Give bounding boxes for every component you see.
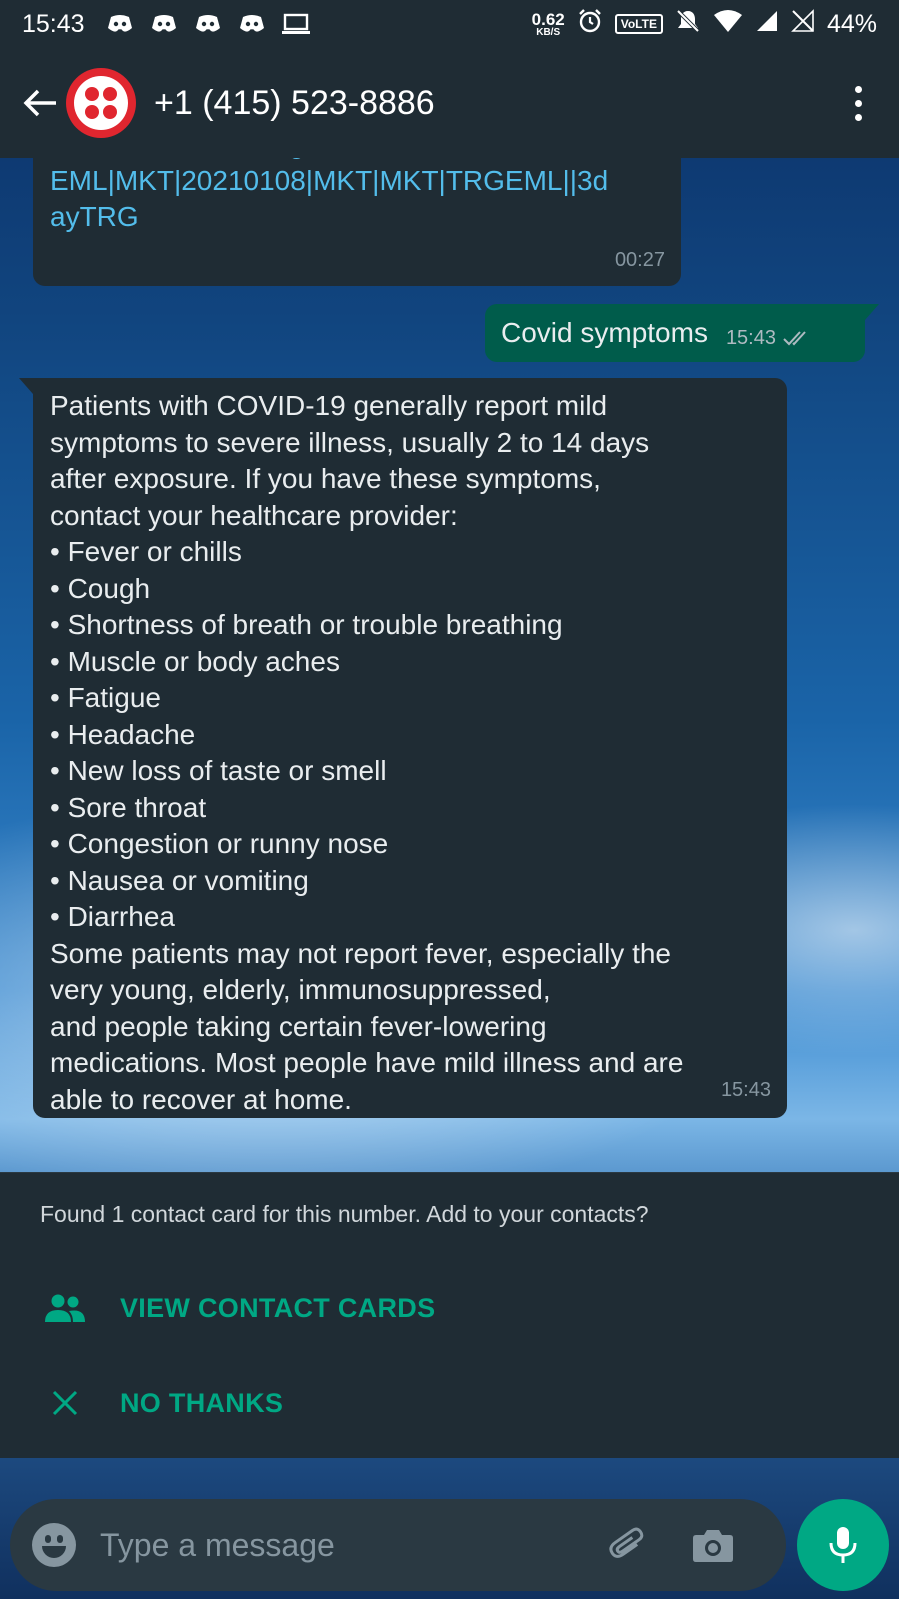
twilio-logo-icon	[74, 76, 128, 130]
avatar[interactable]	[66, 68, 136, 138]
volte-badge: VoLTE	[614, 14, 663, 34]
incoming-message[interactable]: DirectURL&title=bags?c= EML|MKT|20210108…	[33, 158, 681, 286]
double-check-icon	[783, 331, 806, 346]
message-line: • Sore throat	[50, 791, 207, 823]
message-text: Covid symptoms	[501, 316, 708, 348]
discord-icon	[105, 13, 135, 35]
net-speed: 0.62 KB/S	[531, 9, 565, 38]
message-link[interactable]: DirectURL&title=bags?c= EML|MKT|20210108…	[50, 158, 665, 236]
message-time: 15:43	[720, 1078, 771, 1101]
message-line: symptoms to severe illness, usually 2 to…	[50, 426, 650, 458]
message-line: • Fever or chills	[50, 536, 242, 567]
no-thanks-label: NO THANKS	[120, 1387, 284, 1418]
dnd-off-icon	[675, 8, 701, 41]
message-line: and people taking certain fever-lowering	[50, 1010, 547, 1042]
wifi-icon	[713, 9, 743, 40]
no-thanks-button[interactable]: NO THANKS	[0, 1368, 899, 1438]
message-line: medications. Most people have mild illne…	[50, 1047, 684, 1078]
discord-icon	[237, 13, 267, 35]
compose-bar	[10, 1499, 786, 1591]
message-line: Some patients may not report fever, espe…	[50, 937, 671, 969]
close-icon	[40, 1389, 90, 1417]
status-time: 15:43	[22, 9, 85, 38]
message-line: very young, elderly, immunosuppressed,	[50, 974, 551, 1005]
contacts-icon	[40, 1293, 90, 1323]
contact-name[interactable]: +1 (415) 523-8886	[154, 84, 435, 123]
more-options-button[interactable]	[843, 73, 873, 133]
screen-icon	[281, 13, 311, 35]
message-line: • Congestion or runny nose	[50, 828, 389, 859]
message-line: • Fatigue	[50, 682, 161, 713]
message-list[interactable]: DirectURL&title=bags?c= EML|MKT|20210108…	[0, 158, 899, 1172]
back-button[interactable]	[10, 73, 70, 133]
chat-header: +1 (415) 523-8886	[0, 48, 899, 158]
discord-icon	[193, 13, 223, 35]
voice-message-button[interactable]	[797, 1499, 889, 1591]
attach-button[interactable]	[604, 1520, 654, 1570]
message-line: • Diarrhea	[50, 901, 175, 932]
status-right: 0.62 KB/S VoLTE 44%	[532, 8, 877, 41]
message-input[interactable]	[100, 1515, 580, 1575]
message-line: • Cough	[50, 572, 151, 604]
view-contact-cards-button[interactable]: VIEW CONTACT CARDS	[0, 1273, 899, 1343]
notification-icons	[105, 13, 311, 35]
message-time: 15:43	[725, 326, 776, 349]
message-line: • Nausea or vomiting	[50, 864, 309, 896]
incoming-message[interactable]: Patients with COVID-19 generally report …	[19, 378, 787, 1118]
message-line: Patients with COVID-19 generally report …	[50, 390, 608, 421]
arrow-left-icon	[23, 89, 56, 117]
camera-button[interactable]	[688, 1520, 738, 1570]
message-line: able to recover at home.	[50, 1083, 352, 1115]
message-line: • Headache	[50, 718, 196, 750]
message-line: • New loss of taste or smell	[50, 755, 387, 786]
discord-icon	[149, 13, 179, 35]
signal-empty-icon	[791, 8, 815, 40]
battery-text: 44%	[826, 9, 877, 38]
message-time: 00:27	[614, 248, 665, 271]
outgoing-message[interactable]: Covid symptoms 15:43	[485, 304, 879, 362]
view-contact-cards-label: VIEW CONTACT CARDS	[120, 1292, 436, 1323]
alarm-icon	[577, 8, 603, 41]
message-line: • Muscle or body aches	[50, 645, 340, 677]
message-meta: 15:43	[726, 320, 812, 357]
camera-icon	[693, 1530, 733, 1562]
emoji-icon[interactable]	[32, 1523, 76, 1567]
message-line: • Shortness of breath or trouble breathi…	[50, 609, 563, 640]
message-line: after exposure. If you have these sympto…	[50, 463, 601, 494]
message-line: contact your healthcare provider:	[50, 499, 458, 531]
contact-card-message: Found 1 contact card for this number. Ad…	[40, 1201, 649, 1227]
paperclip-icon	[609, 1527, 644, 1558]
microphone-icon	[829, 1527, 857, 1563]
status-bar: 15:43 0.62 KB/S VoLTE 44%	[0, 0, 899, 48]
signal-icon	[755, 9, 779, 40]
message-text: Patients with COVID-19 generally report …	[50, 388, 770, 1118]
